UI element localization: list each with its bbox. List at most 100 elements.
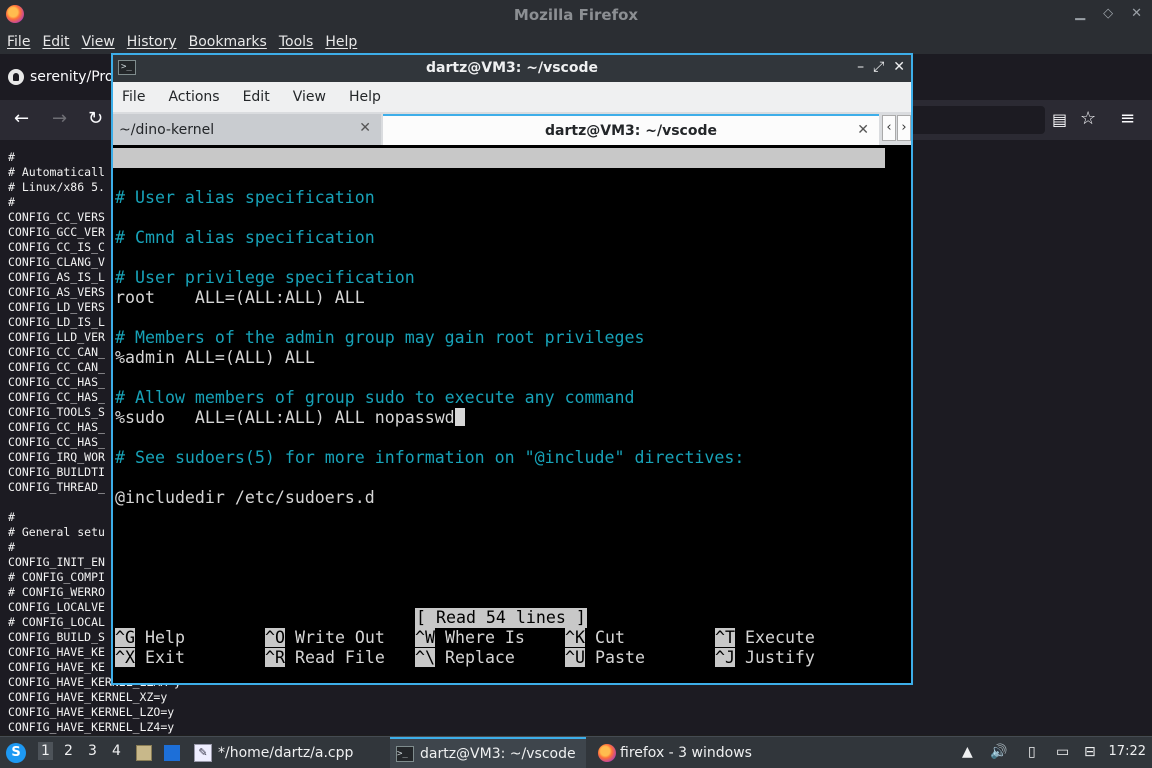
terminal-icon: >_ — [396, 745, 414, 762]
editor-line: # Members of the admin group may gain ro… — [115, 328, 645, 347]
tray-up-arrow-icon[interactable]: ▲ — [962, 744, 973, 760]
workspace-1[interactable]: 1 — [38, 742, 53, 760]
shortcut-execute[interactable]: ^T Execute — [715, 628, 815, 648]
editor-line: @includedir /etc/sudoers.d — [115, 488, 375, 507]
shortcut-exit[interactable]: ^X Exit — [115, 648, 185, 668]
minimize-icon[interactable]: – — [857, 59, 864, 75]
shortcut-key: ^W — [415, 628, 435, 647]
shortcut-label: Paste — [594, 648, 645, 667]
restore-icon[interactable]: ⤢ — [873, 59, 884, 75]
k-menu-help[interactable]: Help — [349, 89, 381, 105]
shortcut-justify[interactable]: ^J Justify — [715, 648, 815, 668]
shortcut-key: ^X — [115, 648, 135, 667]
konsole-tabbar: ~/dino-kernel ✕ dartz@VM3: ~/vscode ✕ ‹ … — [113, 112, 911, 145]
file-manager-icon[interactable] — [136, 745, 152, 761]
konsole-window: >_ dartz@VM3: ~/vscode – ⤢ ✕ File Action… — [111, 53, 913, 685]
taskbar: S 1 2 3 4 ✎ */home/dartz/a.cpp >_ dartz@… — [0, 736, 1152, 768]
shortcut-label: Where Is — [444, 628, 525, 647]
firefox-window-title: Mozilla Firefox — [513, 6, 639, 24]
editor-line: root ALL=(ALL:ALL) ALL — [115, 288, 365, 307]
shortcut-help[interactable]: ^G Help — [115, 628, 185, 648]
k-menu-actions[interactable]: Actions — [168, 89, 219, 105]
ff-menu-tools[interactable]: Tools — [279, 34, 314, 50]
k-menu-file[interactable]: File — [122, 89, 145, 105]
clock: 17:22 — [1108, 744, 1146, 759]
firefox-icon — [598, 743, 616, 762]
close-icon[interactable]: ✕ — [893, 59, 905, 75]
workspace-3[interactable]: 3 — [88, 743, 97, 759]
workspace-2[interactable]: 2 — [64, 743, 73, 759]
shortcut-label: Cut — [594, 628, 625, 647]
shortcut-key: ^J — [715, 648, 735, 667]
task-konsole[interactable]: >_ dartz@VM3: ~/vscode — [390, 737, 586, 768]
ff-menu-view[interactable]: View — [82, 34, 115, 50]
shortcut-key: ^K — [565, 628, 585, 647]
task-text-editor[interactable]: ✎ */home/dartz/a.cpp — [190, 737, 386, 768]
close-tab-icon[interactable]: ✕ — [857, 122, 869, 138]
shortcut-label: Justify — [744, 648, 815, 667]
github-icon — [8, 69, 24, 85]
k-menu-view[interactable]: View — [293, 89, 326, 105]
shortcut-label: Replace — [444, 648, 515, 667]
text-editor-icon: ✎ — [194, 743, 212, 762]
nano-editor[interactable]: GNU nano 6.2 /etc/sudoers.tmp # User ali… — [113, 145, 911, 683]
start-menu-icon[interactable]: S — [6, 743, 26, 763]
ff-menu-file[interactable]: File — [7, 34, 30, 50]
shortcut-label: Execute — [744, 628, 815, 647]
ff-menu-bookmarks[interactable]: Bookmarks — [189, 34, 267, 50]
back-icon[interactable]: ← — [14, 108, 29, 129]
tab-scroll-right-icon[interactable]: › — [897, 115, 911, 141]
konsole-window-buttons: – ⤢ ✕ — [857, 59, 905, 75]
ff-menu-history[interactable]: History — [127, 34, 177, 50]
volume-icon[interactable]: 🔊 — [990, 744, 1007, 760]
editor-line: # Cmnd alias specification — [115, 228, 375, 247]
shortcut-cut[interactable]: ^K Cut — [565, 628, 625, 648]
shortcut-key: ^T — [715, 628, 735, 647]
close-tab-icon[interactable]: ✕ — [359, 120, 371, 136]
firefox-menubar: File Edit View History Bookmarks Tools H… — [0, 29, 1152, 54]
network-icon[interactable]: ▭ — [1056, 744, 1069, 760]
tab-vscode[interactable]: dartz@VM3: ~/vscode ✕ — [383, 114, 879, 145]
shortcut-label: Help — [144, 628, 185, 647]
task-label: firefox - 3 windows — [620, 744, 752, 761]
maximize-icon[interactable]: ◇ — [1103, 6, 1113, 21]
editor-line: # User alias specification — [115, 188, 375, 207]
tab-dino-kernel[interactable]: ~/dino-kernel ✕ — [113, 114, 381, 145]
editor-line: # User privilege specification — [115, 268, 415, 287]
task-firefox[interactable]: firefox - 3 windows — [592, 737, 788, 768]
editor-line: # Allow members of group sudo to execute… — [115, 388, 635, 407]
k-menu-edit[interactable]: Edit — [243, 89, 270, 105]
firefox-titlebar: Mozilla Firefox ▁ ◇ ✕ — [0, 0, 1152, 29]
editor-line: %admin ALL=(ALL) ALL — [115, 348, 315, 367]
konsole-window-title: dartz@VM3: ~/vscode — [426, 60, 598, 76]
reload-icon[interactable]: ↻ — [88, 108, 103, 129]
task-label: dartz@VM3: ~/vscode — [420, 745, 576, 762]
forward-icon[interactable]: → — [52, 108, 67, 129]
url-bar[interactable] — [910, 106, 1045, 134]
konsole-menubar: File Actions Edit View Help — [113, 82, 911, 112]
shortcut-paste[interactable]: ^U Paste — [565, 648, 645, 668]
hamburger-menu-icon[interactable]: ≡ — [1120, 108, 1135, 129]
workspace-4[interactable]: 4 — [112, 743, 121, 759]
shortcut-label: Exit — [144, 648, 185, 667]
reader-view-icon[interactable]: ▤ — [1052, 110, 1067, 129]
firefox-tab-title: serenity/Pro — [30, 69, 114, 85]
bookmark-star-icon[interactable]: ☆ — [1080, 108, 1096, 129]
shortcut-replace[interactable]: ^\ Replace — [415, 648, 515, 668]
shortcut-where-is[interactable]: ^W Where Is — [415, 628, 525, 648]
tab-label: ~/dino-kernel — [119, 121, 215, 138]
editor-line-current: %sudo ALL=(ALL:ALL) ALL nopasswd — [115, 408, 465, 428]
shortcut-read-file[interactable]: ^R Read File — [265, 648, 385, 668]
close-icon[interactable]: ✕ — [1131, 6, 1142, 21]
shortcut-key: ^U — [565, 648, 585, 667]
minimize-icon[interactable]: ▁ — [1075, 6, 1085, 21]
shortcut-key: ^G — [115, 628, 135, 647]
tab-scroll-left-icon[interactable]: ‹ — [882, 115, 896, 141]
ff-menu-edit[interactable]: Edit — [42, 34, 69, 50]
shortcut-write-out[interactable]: ^O Write Out — [265, 628, 385, 648]
show-desktop-icon[interactable] — [164, 745, 180, 761]
notifications-icon[interactable]: ⊟ — [1084, 744, 1096, 760]
ff-menu-help[interactable]: Help — [325, 34, 357, 50]
nano-filename: /etc/sudoers.tmp — [445, 188, 605, 207]
clipboard-icon[interactable]: ▯ — [1028, 744, 1036, 760]
